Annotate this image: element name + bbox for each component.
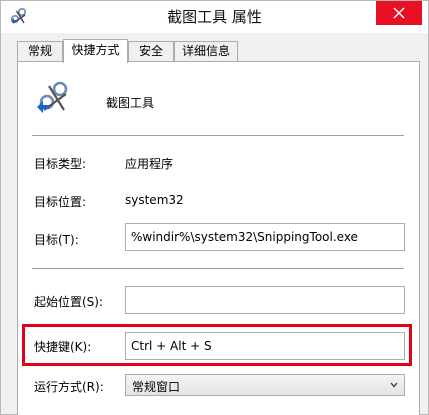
target-location-label: 目标位置: bbox=[34, 195, 87, 209]
tab-general[interactable]: 常规 bbox=[17, 41, 63, 62]
run-selected-value: 常规窗口 bbox=[132, 380, 181, 394]
run-label: 运行方式(R): bbox=[34, 380, 104, 394]
divider bbox=[32, 135, 404, 136]
target-label: 目标(T): bbox=[34, 233, 79, 247]
start-in-input[interactable] bbox=[125, 286, 405, 314]
chevron-down-icon bbox=[390, 382, 398, 388]
tab-details[interactable]: 详细信息 bbox=[174, 41, 238, 62]
window-title: 截图工具 属性 bbox=[167, 8, 262, 26]
title-bar[interactable]: 截图工具 属性 bbox=[1, 1, 428, 33]
start-in-label: 起始位置(S): bbox=[34, 295, 104, 309]
divider bbox=[32, 268, 404, 269]
target-type-value: 应用程序 bbox=[125, 157, 174, 171]
shortcut-name: 截图工具 bbox=[106, 96, 155, 110]
target-type-label: 目标类型: bbox=[34, 157, 87, 171]
shortcut-key-highlight bbox=[22, 324, 412, 366]
properties-window: 截图工具 属性 常规 快捷方式 安全 详细信息 截图工具 目标类型: 应用程序 … bbox=[0, 0, 429, 415]
tab-security[interactable]: 安全 bbox=[128, 41, 174, 62]
run-dropdown[interactable]: 常规窗口 bbox=[125, 374, 405, 396]
close-button[interactable] bbox=[376, 1, 422, 25]
tab-shortcut[interactable]: 快捷方式 bbox=[63, 39, 128, 63]
target-location-value: system32 bbox=[125, 193, 184, 207]
close-icon bbox=[393, 7, 405, 19]
snipping-tool-icon bbox=[37, 81, 68, 113]
target-input[interactable] bbox=[125, 223, 405, 251]
